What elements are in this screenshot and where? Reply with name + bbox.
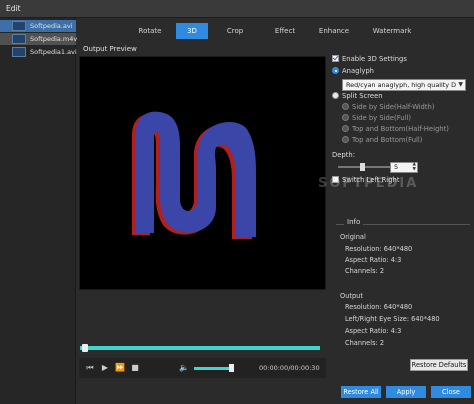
spin-arrows-icon[interactable]: ▲ ▼ <box>413 162 416 172</box>
output-aspect-ratio: Aspect Ratio: 4:3 <box>345 327 402 335</box>
stop-icon[interactable]: ■ <box>128 361 142 375</box>
depth-spinbox[interactable]: 5 ▲ ▼ <box>390 162 418 173</box>
radio-selected-icon <box>332 67 339 74</box>
volume-handle[interactable] <box>229 364 234 372</box>
split-option-radio[interactable]: Top and Bottom(Full) <box>342 136 422 144</box>
output-channels: Channels: 2 <box>345 339 385 347</box>
volume-icon[interactable]: 🔈 <box>177 361 191 375</box>
depth-slider-handle[interactable] <box>360 163 365 171</box>
video-thumbnail <box>12 47 26 57</box>
file-name: Softpedia.avi <box>30 22 73 30</box>
timecode: 00:00:00/00:00:30 <box>259 364 320 372</box>
anaglyph-s-shape <box>132 111 256 239</box>
tab-effect[interactable]: Effect <box>265 23 305 39</box>
split-option-radio[interactable]: Side by Side(Full) <box>342 114 411 122</box>
skip-back-icon[interactable]: ⏮ <box>83 361 97 375</box>
output-eye-size: Left/Right Eye Size: 640*480 <box>345 315 440 323</box>
depth-label: Depth: <box>332 151 355 159</box>
video-thumbnail <box>12 21 26 31</box>
split-option-label: Side by Side(Half-Width) <box>352 103 435 111</box>
file-name: Softpedia1.avi <box>30 48 77 56</box>
close-button[interactable]: Close <box>431 386 471 398</box>
tab-bar: Rotate 3D Crop Effect Enhance Watermark <box>79 23 472 39</box>
radio-icon <box>342 136 349 143</box>
split-option-label: Top and Bottom(Full) <box>352 136 423 144</box>
tab-3d[interactable]: 3D <box>176 23 208 39</box>
tab-enhance[interactable]: Enhance <box>311 23 357 39</box>
seek-bar[interactable] <box>80 344 320 352</box>
window-title: Edit <box>6 4 21 13</box>
radio-icon <box>342 103 349 110</box>
tab-watermark[interactable]: Watermark <box>363 23 421 39</box>
softpedia-watermark: SOFTPEDIA <box>318 176 419 191</box>
file-name: Softpedia.m4v <box>30 35 78 43</box>
checkbox-checked-icon <box>332 55 339 62</box>
file-item[interactable]: Softpedia1.avi <box>0 46 77 58</box>
file-list: Softpedia.avi Softpedia.m4v Softpedia1.a… <box>0 18 78 404</box>
seek-handle[interactable] <box>82 344 88 352</box>
video-thumbnail <box>12 34 26 44</box>
restore-defaults-button[interactable]: Restore Defaults <box>410 359 468 371</box>
original-channels: Channels: 2 <box>345 267 385 275</box>
split-option-label: Side by Side(Full) <box>352 114 411 122</box>
original-aspect-ratio: Aspect Ratio: 4:3 <box>345 256 402 264</box>
volume-slider[interactable] <box>194 367 234 370</box>
anaglyph-radio[interactable]: Anaglyph <box>332 67 374 75</box>
3d-settings-panel: Enable 3D Settings Anaglyph Red/cyan ana… <box>332 50 472 360</box>
chevron-down-icon: ▼ <box>458 81 463 88</box>
anaglyph-label: Anaglyph <box>342 67 374 75</box>
enable-3d-label: Enable 3D Settings <box>342 55 407 63</box>
radio-icon <box>342 125 349 132</box>
tab-rotate[interactable]: Rotate <box>127 23 173 39</box>
split-screen-label: Split Screen <box>342 92 383 100</box>
anaglyph-select-value: Red/cyan anaglyph, high quality D <box>346 81 457 89</box>
play-icon[interactable]: ▶ <box>98 361 112 375</box>
original-label: Original <box>340 233 366 241</box>
split-option-label: Top and Bottom(Half-Height) <box>352 125 449 133</box>
player-controls: ⏮ ▶ ⏩ ■ 🔈 00:00:00/00:00:30 <box>79 358 326 378</box>
seek-bar-fill <box>80 346 320 350</box>
apply-button[interactable]: Apply <box>386 386 426 398</box>
enable-3d-checkbox[interactable]: Enable 3D Settings <box>332 55 407 63</box>
output-preview-label: Output Preview <box>83 45 137 53</box>
info-title: Info <box>344 218 364 226</box>
output-resolution: Resolution: 640*480 <box>345 303 413 311</box>
original-resolution: Resolution: 640*480 <box>345 245 413 253</box>
radio-icon <box>342 114 349 121</box>
output-label: Output <box>340 292 363 300</box>
video-preview <box>79 56 326 290</box>
restore-all-button[interactable]: Restore All <box>341 386 381 398</box>
split-screen-radio[interactable]: Split Screen <box>332 92 383 100</box>
title-bar: Edit <box>0 0 474 18</box>
file-item[interactable]: Softpedia.m4v <box>0 33 78 45</box>
tab-crop[interactable]: Crop <box>215 23 255 39</box>
split-option-radio[interactable]: Side by Side(Half-Width) <box>342 103 434 111</box>
anaglyph-select[interactable]: Red/cyan anaglyph, high quality D ▼ <box>342 79 466 91</box>
split-option-radio[interactable]: Top and Bottom(Half-Height) <box>342 125 449 133</box>
fast-forward-icon[interactable]: ⏩ <box>113 361 127 375</box>
radio-icon <box>332 92 339 99</box>
depth-value: 5 <box>394 163 399 171</box>
file-item[interactable]: Softpedia.avi <box>0 20 76 32</box>
